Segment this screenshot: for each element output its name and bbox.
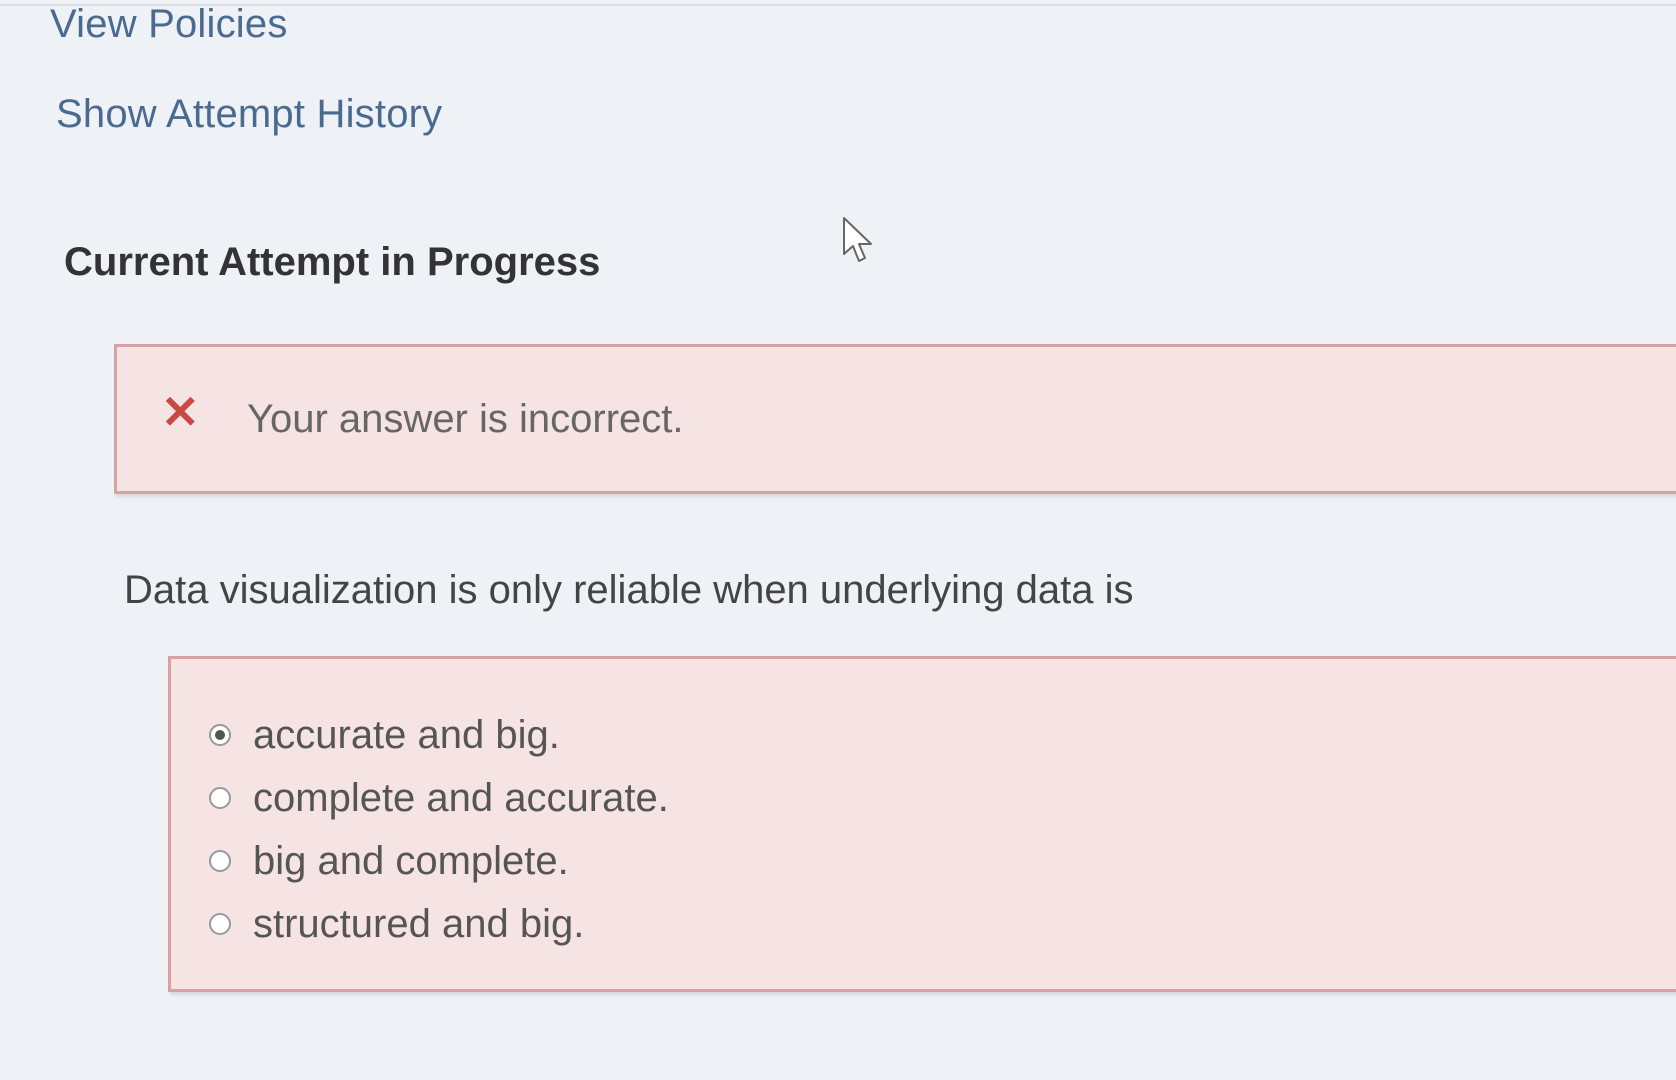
feedback-message: Your answer is incorrect. xyxy=(247,397,684,441)
feedback-banner: ✕ Your answer is incorrect. xyxy=(114,344,1676,494)
section-title: Current Attempt in Progress xyxy=(64,240,601,284)
radio-button[interactable] xyxy=(209,850,231,872)
question-prompt: Data visualization is only reliable when… xyxy=(124,568,1134,612)
choice-option[interactable]: accurate and big. xyxy=(209,711,560,759)
choice-label[interactable]: accurate and big. xyxy=(253,713,560,758)
radio-button[interactable] xyxy=(209,787,231,809)
choice-label[interactable]: structured and big. xyxy=(253,902,584,947)
choice-option[interactable]: big and complete. xyxy=(209,837,569,885)
choice-option[interactable]: structured and big. xyxy=(209,900,584,948)
choice-label[interactable]: complete and accurate. xyxy=(253,776,669,821)
radio-button[interactable] xyxy=(209,913,231,935)
x-icon: ✕ xyxy=(161,386,200,438)
mouse-cursor-icon xyxy=(843,217,872,262)
view-policies-link[interactable]: View Policies xyxy=(50,2,288,47)
choice-option[interactable]: complete and accurate. xyxy=(209,774,669,822)
choice-label[interactable]: big and complete. xyxy=(253,839,569,884)
radio-button-selected[interactable] xyxy=(209,724,231,746)
answer-choices: accurate and big. complete and accurate.… xyxy=(168,656,1676,992)
show-attempt-history-link[interactable]: Show Attempt History xyxy=(56,92,442,137)
